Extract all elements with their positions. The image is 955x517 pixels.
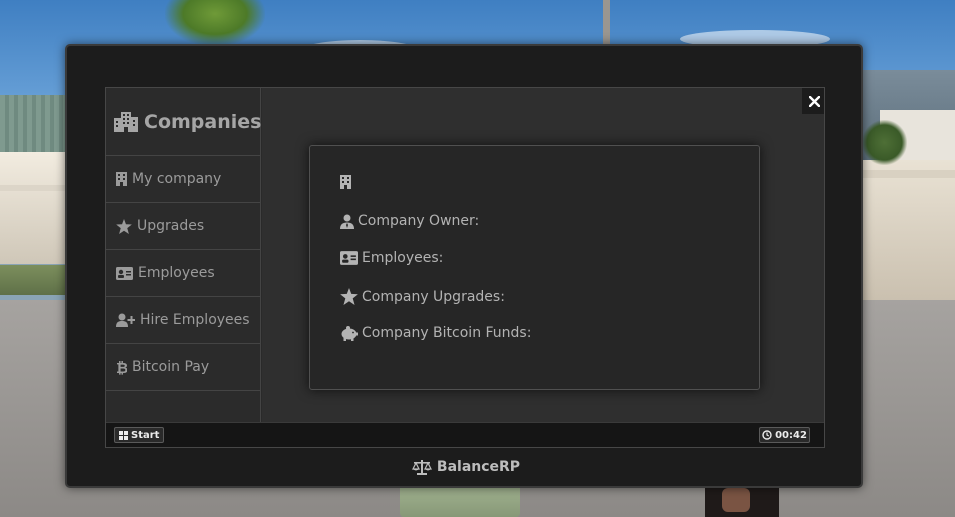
wall-right: [858, 160, 955, 305]
roof-left: [0, 95, 70, 157]
piggy-bank-icon: [340, 325, 358, 341]
wall-left-cap: [0, 185, 70, 191]
player-legs: [400, 488, 520, 517]
tree-right: [862, 120, 907, 165]
bitcoin-icon: ₿: [116, 359, 127, 375]
main-content: Company Owner: Employees: Company Upgrad…: [262, 88, 824, 423]
sidebar-item-label: Upgrades: [137, 218, 205, 234]
windows-icon: [119, 430, 128, 440]
company-upgrades-label: Company Upgrades:: [362, 288, 505, 305]
company-owner-row: Company Owner:: [340, 213, 479, 229]
sidebar-item-my-company[interactable]: My company: [106, 156, 260, 203]
hedge-left: [0, 265, 70, 295]
wall-left: [0, 152, 70, 264]
pedestrian-hand: [722, 488, 750, 512]
palm-tree: [165, 0, 265, 46]
company-funds-row: Company Bitcoin Funds:: [340, 325, 531, 341]
svg-text:₿: ₿: [116, 359, 127, 375]
buildings-icon: [114, 111, 138, 132]
taskbar: Start 00:42: [106, 422, 824, 447]
sidebar-item-label: Hire Employees: [140, 312, 250, 328]
sidebar-item-label: Bitcoin Pay: [132, 359, 210, 375]
office-building-icon: [340, 175, 351, 189]
id-card-icon: [340, 251, 358, 265]
tablet-device: Companies My company Upgrades Employees …: [65, 44, 863, 488]
scale-icon: [411, 459, 432, 475]
sidebar-title: Companies: [144, 110, 262, 133]
sidebar-item-hire-employees[interactable]: Hire Employees: [106, 297, 260, 344]
employees-label: Employees:: [362, 250, 444, 266]
sidebar-header: Companies: [106, 88, 262, 156]
close-button[interactable]: [802, 88, 824, 114]
sidebar: Companies My company Upgrades Employees …: [106, 88, 261, 423]
star-icon: [116, 218, 132, 234]
sidebar-item-upgrades[interactable]: Upgrades: [106, 203, 260, 250]
brand-logo: BalanceRP: [67, 459, 865, 475]
clock-icon: [762, 430, 772, 440]
street-pole: [603, 0, 610, 46]
sidebar-item-bitcoin-pay[interactable]: ₿ Bitcoin Pay: [106, 344, 260, 391]
sidebar-item-label: My company: [132, 171, 222, 187]
close-icon: [808, 95, 820, 107]
start-button[interactable]: Start: [114, 427, 165, 443]
clock-text: 00:42: [775, 429, 807, 441]
office-building-icon: [116, 172, 127, 186]
company-upgrades-row: Company Upgrades:: [340, 288, 505, 305]
brand-name: BalanceRP: [436, 459, 521, 475]
user-tie-icon: [340, 214, 354, 229]
sidebar-item-label: Employees: [138, 265, 215, 281]
employees-row: Employees:: [340, 250, 443, 266]
company-owner-label: Company Owner:: [358, 213, 480, 229]
start-label: Start: [131, 429, 160, 441]
wall-right-cap: [858, 170, 955, 178]
sidebar-item-employees[interactable]: Employees: [106, 250, 260, 297]
company-funds-label: Company Bitcoin Funds:: [362, 325, 532, 341]
user-plus-icon: [116, 313, 135, 327]
star-icon: [340, 288, 358, 305]
taskbar-clock: 00:42: [759, 427, 810, 443]
company-info-card: Company Owner: Employees: Company Upgrad…: [309, 145, 760, 390]
id-card-icon: [116, 266, 133, 280]
tablet-screen: Companies My company Upgrades Employees …: [105, 87, 825, 448]
company-card-header: [340, 175, 351, 189]
